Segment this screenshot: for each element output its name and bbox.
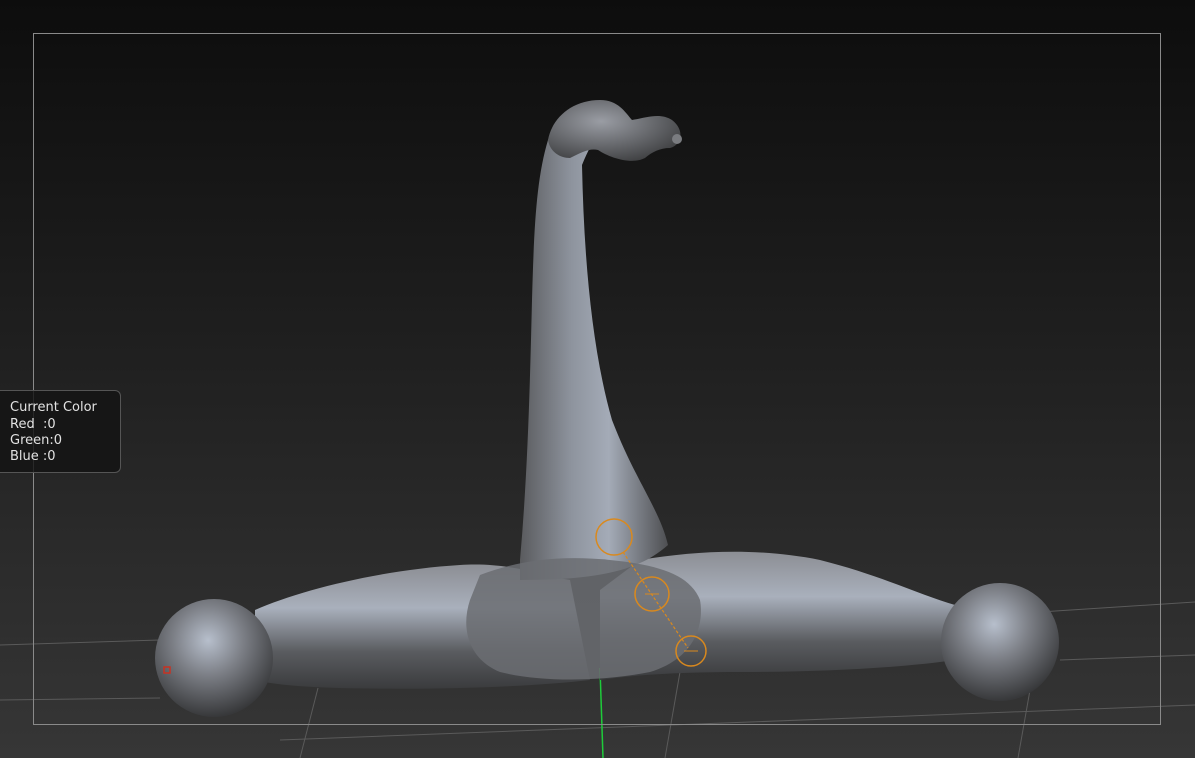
right-end-sphere[interactable] [941,583,1059,701]
trunk[interactable] [520,104,668,580]
scene-canvas[interactable] [0,0,1195,758]
3d-viewport[interactable]: Current Color Red :0 Green:0 Blue :0 [0,0,1195,758]
current-color-title: Current Color [10,400,97,415]
y-axis-line [599,667,604,758]
red-value: Red :0 [10,417,56,432]
green-value: Green:0 [10,433,63,448]
hook-tip-nub [672,134,682,144]
hook-tip[interactable] [548,100,681,161]
current-color-panel: Current Color Red :0 Green:0 Blue :0 [0,390,121,473]
left-end-sphere[interactable] [155,599,273,717]
central-hub[interactable] [466,558,701,680]
blue-value: Blue :0 [10,449,56,464]
